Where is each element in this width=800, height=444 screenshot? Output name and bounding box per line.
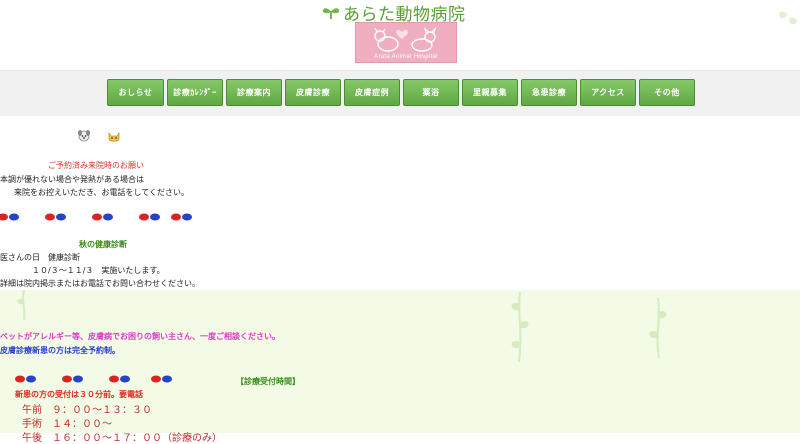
main-content: ご予約済み来院時のお願い 本調が優れない場合や発熱がある場合は 来院をお控えいた… [0, 116, 800, 290]
nav-news[interactable]: おしらせ [107, 79, 164, 106]
logo-caption: Arata Animal Hospital [374, 54, 438, 60]
notice-title: ご予約済み来院時のお願い [48, 161, 144, 170]
vine-deco-icon [649, 298, 667, 358]
nav-calendar[interactable]: 診療ｶﾚﾝﾀﾞｰ [167, 79, 223, 106]
vine-deco-icon [511, 292, 529, 362]
site-title-text: あらた動物病院 [343, 4, 466, 25]
checkup-line: １０/３～１１/３ 実施いたします。 [32, 266, 165, 275]
bead-divider [15, 375, 172, 383]
sprout-icon [322, 8, 340, 19]
dog-face-icon [78, 130, 90, 142]
nav-foster[interactable]: 里親募集 [462, 79, 518, 106]
vine-deco-icon [17, 290, 26, 320]
main-nav: おしらせ 診療ｶﾚﾝﾀﾞｰ 診療案内 皮膚診療 皮膚症例 薬浴 里親募集 急患診… [107, 79, 695, 106]
nav-emergency[interactable]: 急患診療 [521, 79, 577, 106]
bead-divider [0, 213, 192, 221]
hours-section: ペットがアレルギー等、皮膚病でお困りの飼い主さん、一度ご相談ください。 皮膚診療… [0, 290, 800, 444]
notice-line: 来院をお控えいただき、お電話をしてください。 [14, 188, 189, 197]
site-header: あらた動物病院 Arata Animal Hospital [0, 0, 800, 70]
nav-clinic-info[interactable]: 診療案内 [226, 79, 282, 106]
site-title[interactable]: あらた動物病院 [321, 1, 466, 25]
hours-surgery: 手術 １４：００～ [22, 419, 112, 430]
nav-skin-cases[interactable]: 皮膚症例 [344, 79, 400, 106]
checkup-title: 秋の健康診断 [79, 240, 127, 249]
leaf-deco-icon [779, 11, 797, 25]
dog-cat-logo-icon [374, 27, 437, 52]
nav-medicated-bath[interactable]: 薬浴 [403, 79, 459, 106]
new-patient-note: 新患の方の受付は３０分前。要電話 [15, 390, 143, 399]
allergy-notice: ペットがアレルギー等、皮膚病でお困りの飼い主さん、一度ご相談ください。 [0, 332, 280, 341]
notice-line: 本調が優れない場合や発熱がある場合は [0, 175, 144, 184]
hours-evening: 午後 １６：００～１７：００（診療のみ） [22, 433, 222, 444]
cat-face-icon [108, 132, 120, 142]
nav-dermatology[interactable]: 皮膚診療 [285, 79, 341, 106]
checkup-line: 詳細は院内掲示またはお電話でお問い合わせください。 [0, 279, 200, 288]
nav-other[interactable]: その他 [639, 79, 695, 106]
hours-title: 【診療受付時間】 [236, 377, 300, 386]
hours-morning: 午前 ９：００～１３：３０ [22, 405, 152, 416]
hospital-logo[interactable]: Arata Animal Hospital [355, 22, 457, 63]
reservation-notice: 皮膚診療新患の方は完全予約制。 [0, 346, 120, 355]
nav-access[interactable]: アクセス [580, 79, 636, 106]
checkup-line: 医さんの日 健康診断 [0, 253, 80, 262]
